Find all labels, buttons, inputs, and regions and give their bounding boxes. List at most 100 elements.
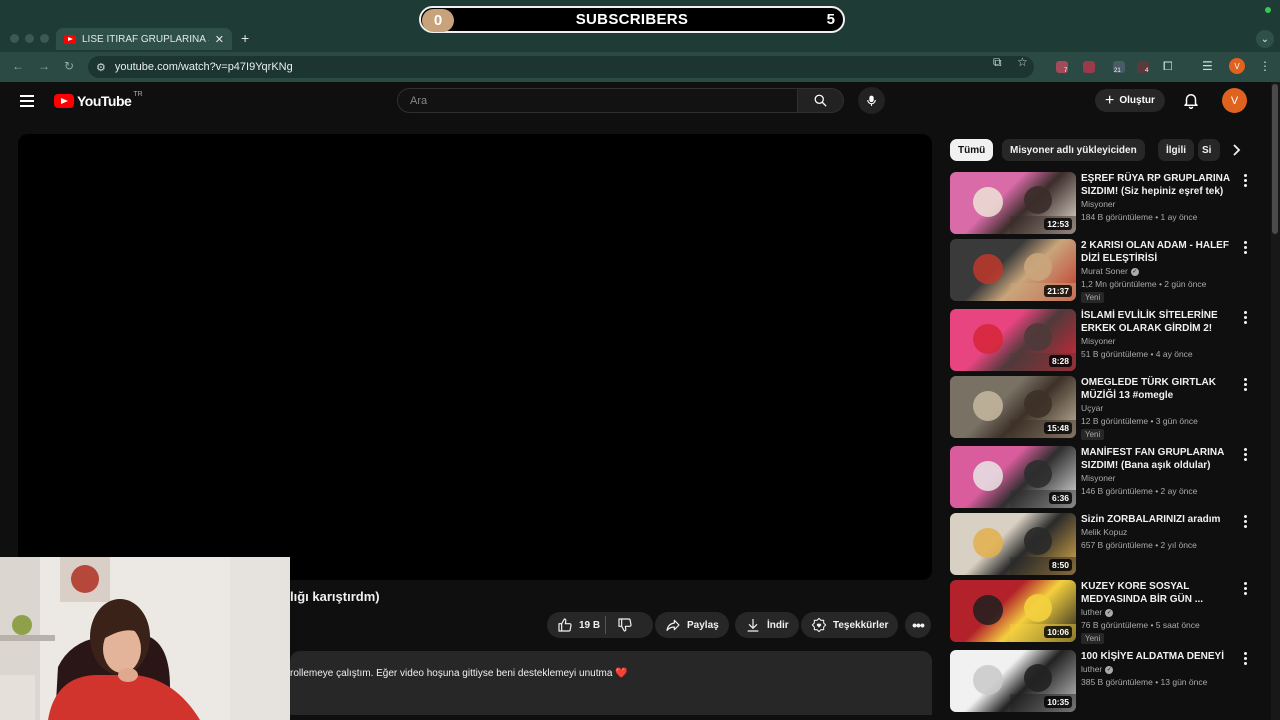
views-and-age: 76 B görüntüleme • 5 saat önce: [1081, 620, 1200, 630]
recommendation-item[interactable]: 10:35 100 KİŞİYE ALDATMA DENEYİ luther ✓ 385…: [950, 650, 1260, 712]
recommendation-thumbnail[interactable]: 8:28: [950, 309, 1076, 371]
recommendation-title[interactable]: MANİFEST FAN GRUPLARINA SIZDIM! (Bana aş…: [1081, 446, 1231, 472]
create-button[interactable]: + Oluştur: [1095, 89, 1165, 112]
more-vertical-icon[interactable]: [1241, 311, 1249, 325]
recommendation-thumbnail[interactable]: 12:53: [950, 172, 1076, 234]
views-and-age: 1,2 Mn görüntüleme • 2 gün önce: [1081, 279, 1207, 289]
channel-name-row[interactable]: Uçyar: [1081, 402, 1103, 415]
back-arrow-icon[interactable]: ←: [12, 59, 24, 73]
channel-name-row[interactable]: luther ✓: [1081, 663, 1114, 676]
search-button[interactable]: [798, 88, 844, 113]
window-close-dot[interactable]: [10, 34, 19, 43]
voice-search-button[interactable]: [858, 87, 885, 114]
more-vertical-icon[interactable]: [1241, 174, 1249, 188]
description-box[interactable]: rollemeye çalıştım. Eğer video hoşuna gi…: [290, 651, 932, 715]
thumbs-up-icon: [558, 618, 572, 632]
notifications-bell-icon[interactable]: [1182, 91, 1200, 114]
subscriber-title: SUBSCRIBERS: [575, 11, 689, 28]
install-app-icon[interactable]: ⧉: [993, 55, 1002, 70]
chips-next-button[interactable]: [1226, 139, 1248, 161]
webcam-feed-image: [0, 557, 290, 720]
browser-menu-icon[interactable]: ⋮: [1259, 59, 1271, 73]
channel-name-row[interactable]: Murat Soner ✓: [1081, 265, 1139, 278]
extension-2-icon[interactable]: [1083, 61, 1095, 73]
recommendation-thumbnail[interactable]: 10:06: [950, 580, 1076, 642]
channel-name-row[interactable]: Misyoner: [1081, 335, 1115, 348]
channel-name: luther: [1081, 607, 1103, 617]
bookmark-star-icon[interactable]: ☆: [1017, 55, 1028, 69]
recommendation-thumbnail[interactable]: 10:35: [950, 650, 1076, 712]
more-actions-button[interactable]: •••: [905, 612, 931, 638]
reading-list-icon[interactable]: ☰: [1202, 59, 1213, 73]
recommendation-title[interactable]: OMEGLEDE TÜRK GIRTLAK MÜZİĞİ 13 #omegle: [1081, 376, 1231, 402]
webcam-overlay: [0, 557, 290, 720]
recommendation-item[interactable]: 8:50 Sizin ZORBALARINIZI aradım Melik Kopu…: [950, 513, 1260, 575]
recommendation-thumbnail[interactable]: 21:37: [950, 239, 1076, 301]
views-and-age: 51 B görüntüleme • 4 ay önce: [1081, 349, 1193, 359]
new-tab-icon[interactable]: +: [241, 30, 249, 46]
more-vertical-icon[interactable]: [1241, 652, 1249, 666]
share-button[interactable]: Paylaş: [655, 612, 729, 638]
chip-all[interactable]: Tümü: [950, 139, 994, 161]
subscriber-start-count: 0: [422, 9, 454, 32]
recommendation-item[interactable]: 12:53 EŞREF RÜYA RP GRUPLARINA SIZDIM! (S…: [950, 172, 1260, 234]
account-avatar[interactable]: V: [1222, 88, 1247, 113]
channel-name: Misyoner: [1081, 336, 1116, 346]
tab-search-chevron-icon[interactable]: ⌄: [1256, 30, 1274, 48]
recommendation-item[interactable]: 6:36 MANİFEST FAN GRUPLARINA SIZDIM! (Ban…: [950, 446, 1260, 508]
url-text: youtube.com/watch?v=p47I9YqrKNg: [114, 61, 293, 73]
window-minimize-dot[interactable]: [25, 34, 34, 43]
page-scrollbar-thumb[interactable]: [1272, 84, 1278, 234]
forward-arrow-icon[interactable]: →: [38, 59, 50, 73]
recommendation-title[interactable]: 2 KARISI OLAN ADAM - HALEF DİZİ ELEŞTİRİ…: [1081, 239, 1231, 265]
browser-tab-active[interactable]: LİSE İTİRAF GRUPLARINA SIZ ✕: [56, 28, 232, 50]
more-vertical-icon[interactable]: [1241, 378, 1249, 392]
search-input[interactable]: Ara: [397, 88, 798, 113]
reload-icon[interactable]: ↻: [64, 59, 74, 73]
recommendation-title[interactable]: KUZEY KORE SOSYAL MEDYASINDA BİR GÜN ...: [1081, 580, 1231, 606]
recommendation-thumbnail[interactable]: 6:36: [950, 446, 1076, 508]
recommendation-item[interactable]: 21:37 2 KARISI OLAN ADAM - HALEF DİZİ ELE…: [950, 239, 1260, 303]
recommendation-thumbnail[interactable]: 15:48: [950, 376, 1076, 438]
video-duration: 10:06: [1044, 626, 1072, 638]
chip-from-uploader[interactable]: Misyoner adlı yükleyiciden: [1002, 139, 1145, 161]
site-settings-icon[interactable]: ⚙: [96, 61, 106, 74]
guide-menu-icon[interactable]: [20, 95, 34, 107]
like-button[interactable]: 19 B: [557, 617, 600, 633]
more-vertical-icon[interactable]: [1241, 448, 1249, 462]
browser-profile-avatar[interactable]: V: [1229, 58, 1245, 74]
youtube-logo[interactable]: YouTube TR: [54, 91, 143, 109]
video-duration: 10:35: [1044, 696, 1072, 708]
channel-name-row[interactable]: Misyoner: [1081, 198, 1115, 211]
recommendation-item[interactable]: 15:48 OMEGLEDE TÜRK GIRTLAK MÜZİĞİ 13 #om…: [950, 376, 1260, 440]
more-vertical-icon[interactable]: [1241, 515, 1249, 529]
download-button[interactable]: İndir: [735, 612, 799, 638]
recommendation-title[interactable]: EŞREF RÜYA RP GRUPLARINA SIZDIM! (Siz he…: [1081, 172, 1231, 198]
recommendation-thumbnail[interactable]: 8:50: [950, 513, 1076, 575]
dislike-button[interactable]: [617, 617, 639, 636]
video-duration: 12:53: [1044, 218, 1072, 230]
extensions-puzzle-icon[interactable]: ⧠: [1163, 59, 1173, 74]
recommendation-title[interactable]: 100 KİŞİYE ALDATMA DENEYİ: [1081, 650, 1231, 663]
address-bar[interactable]: ⚙ youtube.com/watch?v=p47I9YqrKNg: [88, 56, 1034, 78]
youtube-masthead: YouTube TR Ara + Oluştur V: [0, 82, 1270, 122]
channel-name-row[interactable]: Melik Kopuz: [1081, 526, 1127, 539]
subscriber-counter-overlay: 0 SUBSCRIBERS 5: [419, 6, 845, 33]
tab-close-icon[interactable]: ✕: [215, 33, 224, 46]
recommendation-item[interactable]: 10:06 KUZEY KORE SOSYAL MEDYASINDA BİR GÜ…: [950, 580, 1260, 644]
search-icon: [814, 94, 827, 107]
recommendation-title[interactable]: Sizin ZORBALARINIZI aradım: [1081, 513, 1231, 526]
channel-name-row[interactable]: luther ✓: [1081, 606, 1114, 619]
recommendation-title[interactable]: İSLAMİ EVLİLİK SİTELERİNE ERKEK OLARAK G…: [1081, 309, 1231, 335]
chip-related[interactable]: İlgili: [1158, 139, 1194, 161]
more-vertical-icon[interactable]: [1241, 582, 1249, 596]
channel-name-row[interactable]: Misyoner: [1081, 472, 1115, 485]
recommendation-item[interactable]: 8:28 İSLAMİ EVLİLİK SİTELERİNE ERKEK OLAR…: [950, 309, 1260, 371]
video-player[interactable]: [18, 134, 932, 580]
thanks-button[interactable]: Teşekkürler: [801, 612, 899, 638]
more-vertical-icon[interactable]: [1241, 241, 1249, 255]
window-zoom-dot[interactable]: [40, 34, 49, 43]
plus-icon: +: [1105, 91, 1115, 109]
download-icon: [747, 619, 759, 632]
chip-partial[interactable]: Si: [1198, 139, 1220, 161]
